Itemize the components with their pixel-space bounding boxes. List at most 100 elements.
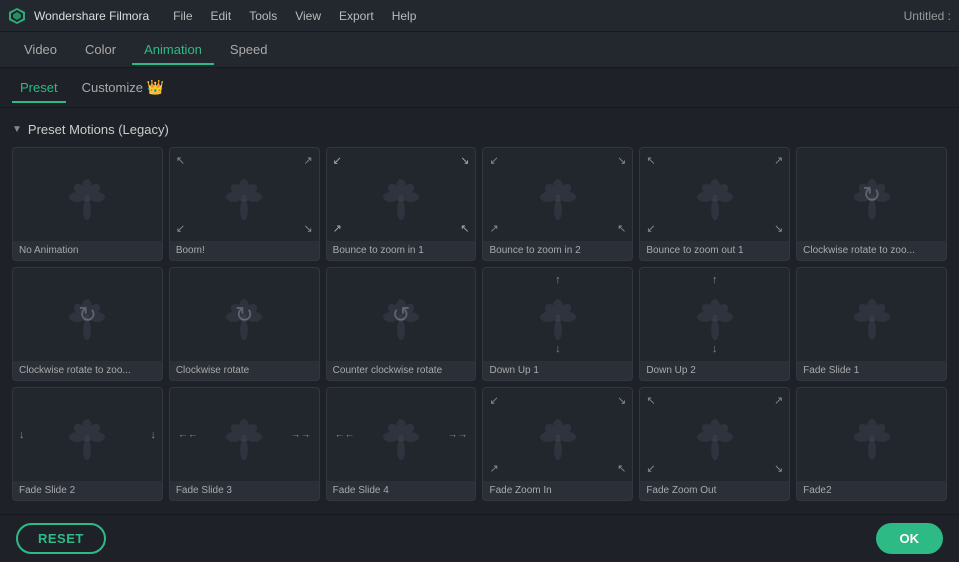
preset-label: Fade Slide 2: [13, 481, 162, 500]
preset-bounce-zoom-in2[interactable]: ↙ ↘ ↗ ↖ Bounce to zoom in 2: [482, 147, 633, 261]
flower-icon: [219, 292, 269, 342]
menu-edit[interactable]: Edit: [203, 5, 240, 27]
preset-no-animation[interactable]: No Animation: [12, 147, 163, 261]
preset-clockwise-rotate[interactable]: ↻ Clockwise rotate: [169, 267, 320, 381]
app-logo: [8, 7, 26, 25]
ok-button[interactable]: OK: [876, 523, 944, 554]
arrow-right-double-icon: →→: [291, 429, 311, 440]
flower-icon: [219, 412, 269, 462]
preset-boom[interactable]: ↖ ↗ ↙ ↘ Boom!: [169, 147, 320, 261]
main-tab-bar: Video Color Animation Speed: [0, 32, 959, 68]
arrow-bottom-icon: ↓: [555, 343, 561, 355]
preset-label: Bounce to zoom out 1: [640, 241, 789, 260]
preset-down-up1[interactable]: ↑ ↓ Down Up 1: [482, 267, 633, 381]
menu-export[interactable]: Export: [331, 5, 382, 27]
flower-icon: [533, 292, 583, 342]
preset-counter-clockwise[interactable]: ↺ Counter clockwise rotate: [326, 267, 477, 381]
arrow-tr-icon: ↗: [303, 154, 312, 167]
preset-label: Fade Slide 1: [797, 361, 946, 380]
arrow-br-icon: ↖: [617, 462, 626, 475]
arrow-tr-icon: ↗: [774, 394, 783, 407]
chevron-icon: ▼: [12, 124, 22, 135]
preset-fade-slide3[interactable]: ←← →→ Fade Slide 3: [169, 387, 320, 501]
menu-tools[interactable]: Tools: [241, 5, 285, 27]
flower-icon: [690, 172, 740, 222]
crown-icon: 👑: [147, 79, 164, 96]
preset-label: Bounce to zoom in 2: [483, 241, 632, 260]
preset-label: No Animation: [13, 241, 162, 260]
arrow-tr-icon: ↗: [774, 154, 783, 167]
flower-icon: [533, 412, 583, 462]
arrow-tl-icon: ↖: [646, 394, 655, 407]
window-title: Untitled :: [904, 9, 951, 23]
preset-label: Counter clockwise rotate: [327, 361, 476, 380]
flower-icon: [376, 172, 426, 222]
preset-label: Boom!: [170, 241, 319, 260]
sub-tab-bar: Preset Customize 👑: [0, 68, 959, 108]
menu-bar: File Edit Tools View Export Help: [165, 5, 424, 27]
preset-fade2[interactable]: Fade2: [796, 387, 947, 501]
preset-label: Fade Zoom In: [483, 481, 632, 500]
preset-label: Down Up 2: [640, 361, 789, 380]
arrow-right-icon: ↓: [150, 429, 156, 441]
arrow-tl-icon: ↖: [646, 154, 655, 167]
preset-fade-slide4[interactable]: ←← →→ Fade Slide 4: [326, 387, 477, 501]
arrow-bl-icon: ↙: [646, 462, 655, 475]
preset-fade-slide2[interactable]: ↓ ↓ Fade Slide 2: [12, 387, 163, 501]
arrow-tl-icon: ↙: [333, 154, 342, 167]
preset-fade-zoom-out[interactable]: ↖ ↗ ↙ ↘ Fade Zoom Out: [639, 387, 790, 501]
arrow-br-icon: ↖: [617, 222, 626, 235]
sub-tab-preset[interactable]: Preset: [12, 74, 66, 103]
preset-label: Fade Slide 3: [170, 481, 319, 500]
preset-clockwise-rotate-zoo1[interactable]: ↻ Clockwise rotate to zoo...: [796, 147, 947, 261]
flower-icon: [376, 292, 426, 342]
tab-color[interactable]: Color: [73, 36, 128, 65]
preset-label: Down Up 1: [483, 361, 632, 380]
menu-help[interactable]: Help: [384, 5, 425, 27]
arrow-bl-icon: ↙: [646, 222, 655, 235]
section-title: Preset Motions (Legacy): [28, 122, 169, 137]
arrow-br-icon: ↘: [774, 462, 783, 475]
arrow-tr-icon: ↘: [617, 394, 626, 407]
flower-icon: [847, 292, 897, 342]
bottom-bar: RESET OK: [0, 514, 959, 562]
flower-icon: [219, 172, 269, 222]
preset-grid: No Animation ↖ ↗ ↙ ↘: [12, 147, 947, 513]
preset-label: Clockwise rotate to zoo...: [797, 241, 946, 260]
flower-icon: [62, 412, 112, 462]
flower-icon: [847, 412, 897, 462]
arrow-bl-icon: ↗: [333, 222, 342, 235]
preset-bounce-zoom-out1[interactable]: ↖ ↗ ↙ ↘ Bounce to zoom out 1: [639, 147, 790, 261]
flower-icon: [376, 412, 426, 462]
arrow-bl-icon: ↗: [489, 462, 498, 475]
content-area: ▼ Preset Motions (Legacy) N: [0, 108, 959, 514]
tab-speed[interactable]: Speed: [218, 36, 280, 65]
arrow-bottom-icon: ↓: [712, 343, 718, 355]
preset-down-up2[interactable]: ↑ ↓ Down Up 2: [639, 267, 790, 381]
sub-tab-customize[interactable]: Customize 👑: [74, 73, 172, 104]
tab-animation[interactable]: Animation: [132, 36, 214, 65]
preset-label: Fade Zoom Out: [640, 481, 789, 500]
arrow-left-icon: ↓: [19, 429, 25, 441]
preset-bounce-zoom-in1[interactable]: ↙ ↘ ↗ ↖ Bounce to zoom in 1: [326, 147, 477, 261]
preset-label: Bounce to zoom in 1: [327, 241, 476, 260]
preset-clockwise-rotate-zoo2[interactable]: ↻ Clockwise rotate to zoo...: [12, 267, 163, 381]
arrow-tl-icon: ↖: [176, 154, 185, 167]
arrow-left-double-icon: ←←: [335, 429, 355, 440]
arrow-br-icon: ↘: [303, 222, 312, 235]
flower-icon: [533, 172, 583, 222]
app-name: Wondershare Filmora: [34, 9, 149, 23]
menu-file[interactable]: File: [165, 5, 200, 27]
flower-icon: [847, 172, 897, 222]
arrow-tl-icon: ↙: [489, 394, 498, 407]
menu-view[interactable]: View: [287, 5, 329, 27]
section-header[interactable]: ▼ Preset Motions (Legacy): [12, 116, 947, 147]
preset-fade-slide1[interactable]: Fade Slide 1: [796, 267, 947, 381]
preset-fade-zoom-in[interactable]: ↙ ↘ ↗ ↖ Fade Zoom In: [482, 387, 633, 501]
reset-button[interactable]: RESET: [16, 523, 106, 554]
arrow-bl-icon: ↙: [176, 222, 185, 235]
arrow-top-icon: ↑: [712, 274, 718, 286]
preset-label: Fade Slide 4: [327, 481, 476, 500]
tab-video[interactable]: Video: [12, 36, 69, 65]
flower-icon: [690, 412, 740, 462]
